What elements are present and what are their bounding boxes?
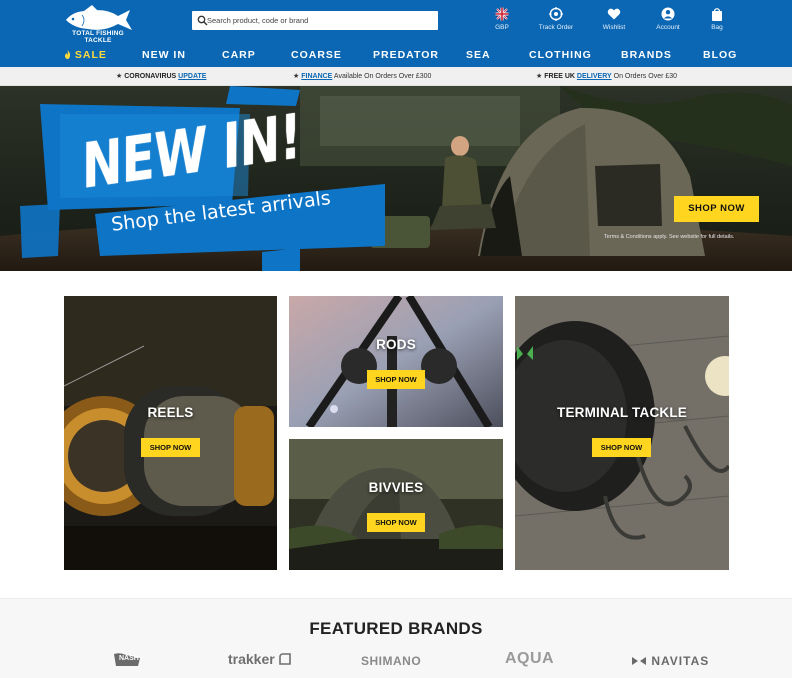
nav-item-coarse[interactable]: COARSE [291,49,342,61]
search-input[interactable] [207,11,435,30]
rods-title: RODS [376,337,416,352]
bivvies-image [289,439,503,570]
brand-logo-shimano[interactable]: SHIMANO [361,654,421,668]
trakker-mark-icon [278,653,291,665]
heart-icon [607,8,621,20]
logo-text: TOTAL FISHING TACKLE [72,30,124,44]
navitas-mark-icon [632,657,646,665]
bag-label: Bag [711,24,723,31]
category-tile-reels[interactable]: REELS SHOP NOW [64,296,277,570]
nash-logo-text: NASH [119,655,139,662]
delivery-notice: ★ FREE UK DELIVERY On Orders Over £30 [536,72,677,80]
bag-icon [712,8,722,21]
wishlist-link[interactable]: Wishlist [589,7,639,31]
nav-item-sea[interactable]: SEA [466,49,491,61]
hero-terms: Terms & Conditions apply. See website fo… [604,234,735,240]
rods-image [289,296,503,427]
category-tile-bivvies[interactable]: BIVVIES SHOP NOW [289,439,503,570]
coronavirus-notice: ★ CORONAVIRUS UPDATE [116,72,206,80]
nav-item-new-in[interactable]: NEW IN [142,49,186,61]
nav-item-carp[interactable]: CARP [222,49,256,61]
account-icon [661,7,675,21]
category-tile-rods[interactable]: RODS SHOP NOW [289,296,503,427]
main-nav: SALE NEW IN CARP COARSE PREDATOR SEA CLO… [0,45,792,67]
delivery-prefix: FREE UK [544,73,575,80]
currency-label: GBP [495,24,509,31]
terminal-tackle-shop-now-button[interactable]: SHOP NOW [592,438,651,457]
finance-link[interactable]: FINANCE [301,73,332,80]
nav-item-clothing[interactable]: CLOTHING [529,49,592,61]
search-bar[interactable] [192,11,438,30]
star-icon: ★ [293,73,300,80]
navitas-logo-text: NAVITAS [651,654,710,668]
hero-banner[interactable]: NEW IN! Shop the latest arrivals SHOP NO… [0,86,792,271]
hero-shop-now-button[interactable]: SHOP NOW [674,196,759,222]
star-icon: ★ [116,73,123,80]
category-tile-terminal-tackle[interactable]: TERMINAL TACKLE SHOP NOW [515,296,729,570]
brand-logo-nash[interactable]: NASH [112,652,142,668]
finance-text: Available On Orders Over £300 [333,73,432,80]
trakker-logo-text: trakker [228,651,275,667]
currency-selector[interactable]: GBP [477,7,527,31]
reels-title: REELS [147,405,194,420]
delivery-link[interactable]: DELIVERY [577,73,612,80]
track-order-link[interactable]: Track Order [531,7,581,31]
bag-link[interactable]: Bag [692,7,742,31]
featured-brands-title: FEATURED BRANDS [309,619,483,638]
bivvies-title: BIVVIES [368,480,424,495]
uk-flag-icon [495,7,509,21]
rods-shop-now-button[interactable]: SHOP NOW [367,370,425,389]
brand-logo-navitas[interactable]: NAVITAS [631,654,709,668]
nav-item-sale[interactable]: SALE [64,49,107,61]
nav-item-sale-label: SALE [74,49,107,61]
info-strip: ★ CORONAVIRUS UPDATE ★ FINANCE Available… [0,67,792,86]
terminal-tackle-title: TERMINAL TACKLE [557,405,687,420]
track-order-label: Track Order [538,24,574,31]
finance-notice: ★ FINANCE Available On Orders Over £300 [293,72,431,80]
nav-item-brands[interactable]: BRANDS [621,49,672,61]
reels-image [64,296,277,570]
flame-icon [64,50,71,59]
nav-item-predator[interactable]: PREDATOR [373,49,439,61]
reels-shop-now-button[interactable]: SHOP NOW [141,438,200,457]
brand-logo-aqua[interactable]: AQUA [505,650,554,668]
terminal-tackle-image [515,296,729,570]
featured-brands-section: FEATURED BRANDS NASH trakker SHIMANO AQU… [0,598,792,678]
site-header: TOTAL FISHING TACKLE GBP Track Order Wis… [0,0,792,67]
track-order-icon [549,7,563,21]
account-link[interactable]: Account [643,7,693,31]
nav-item-blog[interactable]: BLOG [703,49,737,61]
brand-logo-trakker[interactable]: trakker [228,651,291,667]
wishlist-label: Wishlist [602,24,626,31]
account-label: Account [656,24,680,31]
star-icon: ★ [536,73,543,80]
bivvies-shop-now-button[interactable]: SHOP NOW [367,513,425,532]
coronavirus-label: CORONAVIRUS [124,73,177,80]
coronavirus-update-link[interactable]: UPDATE [178,73,206,80]
delivery-text: On Orders Over £30 [613,73,678,80]
